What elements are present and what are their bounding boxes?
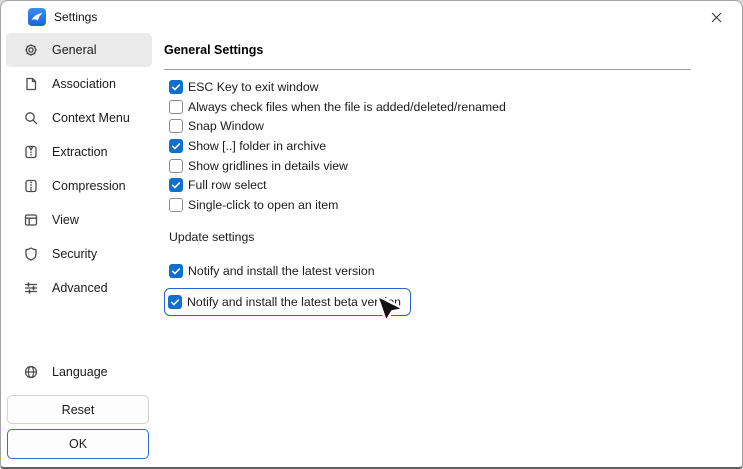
update-settings-group-label: Update settings [169, 230, 254, 244]
sidebar-item-security[interactable]: Security [6, 237, 152, 271]
update-checkbox-row[interactable]: Notify and install the latest beta versi… [164, 288, 411, 316]
sidebar-item-extraction[interactable]: Extraction [6, 135, 152, 169]
settings-checkbox-row[interactable]: Show gridlines in details view [169, 156, 506, 176]
general-settings-panel: General Settings ESC Key to exit window … [164, 33, 742, 467]
zip-icon [23, 178, 39, 194]
settings-window: Settings General Association [0, 0, 743, 469]
checkbox[interactable] [169, 198, 183, 212]
sidebar-item-view[interactable]: View [6, 203, 152, 237]
reset-button[interactable]: Reset [7, 395, 149, 424]
checkbox-label: Show gridlines in details view [188, 159, 348, 173]
checkbox-label: Always check files when the file is adde… [188, 100, 506, 114]
sidebar-item-context-menu[interactable]: Context Menu [6, 101, 152, 135]
settings-checkbox-row[interactable]: Single-click to open an item [169, 195, 506, 215]
app-logo-icon [28, 8, 46, 26]
close-icon [711, 12, 722, 23]
extract-icon [23, 144, 39, 160]
titlebar: Settings [1, 1, 742, 33]
checkbox-label: Full row select [188, 178, 267, 192]
globe-icon [23, 364, 39, 380]
checkbox-label: Snap Window [188, 119, 264, 133]
checkbox[interactable] [169, 100, 183, 114]
ok-button[interactable]: OK [7, 429, 149, 459]
checkbox[interactable] [169, 80, 183, 94]
divider [164, 69, 691, 70]
sidebar-item-language[interactable]: Language [6, 356, 152, 388]
window-title: Settings [54, 10, 97, 24]
sidebar-item-label: General [52, 43, 96, 57]
checkbox-label: ESC Key to exit window [188, 80, 319, 94]
shield-icon [23, 246, 39, 262]
sidebar-item-general[interactable]: General [6, 33, 152, 67]
checkbox[interactable] [169, 119, 183, 133]
checkbox[interactable] [169, 139, 183, 153]
settings-checkbox-row[interactable]: Snap Window [169, 116, 506, 136]
sidebar: General Association Context Menu Extract… [1, 33, 156, 467]
update-checkbox-row[interactable]: Notify and install the latest version [169, 261, 375, 281]
sidebar-item-label: Extraction [52, 145, 108, 159]
settings-checkbox-row[interactable]: Always check files when the file is adde… [169, 97, 506, 117]
sidebar-item-label: Context Menu [52, 111, 130, 125]
sidebar-item-label: Security [52, 247, 97, 261]
checkbox[interactable] [168, 295, 182, 309]
close-button[interactable] [696, 4, 736, 30]
sidebar-item-association[interactable]: Association [6, 67, 152, 101]
document-icon [23, 76, 39, 92]
layout-icon [23, 212, 39, 228]
sidebar-item-advanced[interactable]: Advanced [6, 271, 152, 305]
checkbox-label: Notify and install the latest beta versi… [187, 295, 401, 309]
checkbox-label: Single-click to open an item [188, 198, 338, 212]
sidebar-item-label: Association [52, 77, 116, 91]
page-title: General Settings [164, 43, 263, 57]
checkbox-label: Notify and install the latest version [188, 264, 375, 278]
sidebar-item-compression[interactable]: Compression [6, 169, 152, 203]
gear-icon [23, 42, 39, 58]
settings-checkbox-row[interactable]: Full row select [169, 175, 506, 195]
checkbox[interactable] [169, 178, 183, 192]
sidebar-item-label: View [52, 213, 79, 227]
checkbox[interactable] [169, 159, 183, 173]
sidebar-item-label: Compression [52, 179, 126, 193]
magnifier-icon [23, 110, 39, 126]
settings-checkbox-row[interactable]: Show [..] folder in archive [169, 136, 506, 156]
sidebar-item-label: Advanced [52, 281, 108, 295]
checkbox[interactable] [169, 264, 183, 278]
language-label: Language [52, 365, 108, 379]
checkbox-label: Show [..] folder in archive [188, 139, 326, 153]
sliders-icon [23, 280, 39, 296]
settings-checkbox-row[interactable]: ESC Key to exit window [169, 77, 506, 97]
